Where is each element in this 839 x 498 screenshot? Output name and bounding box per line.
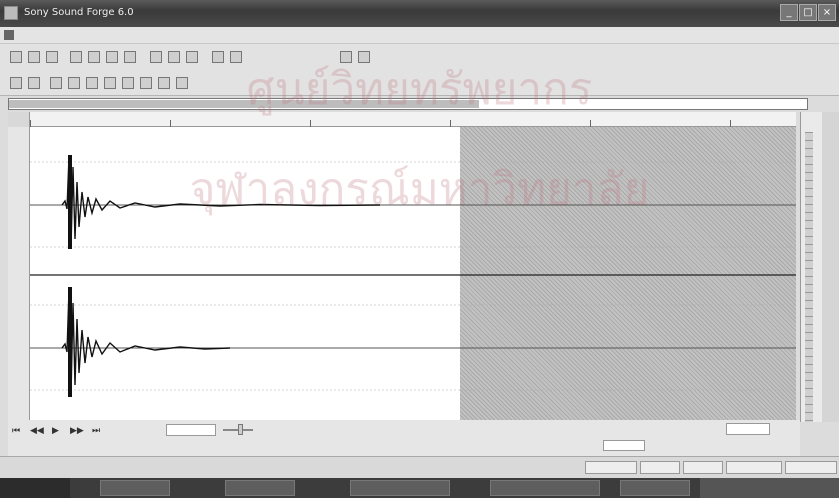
ruler-tick — [170, 120, 171, 127]
title-bar[interactable]: Sony Sound Forge 6.0 _ □ × — [0, 0, 839, 27]
rewind-icon[interactable] — [140, 77, 152, 89]
minimize-button[interactable]: _ — [780, 4, 798, 21]
taskbar-item[interactable] — [225, 480, 295, 496]
zoom-field[interactable] — [166, 424, 216, 436]
channel-1-waveform — [61, 156, 381, 248]
ruler-tick — [730, 120, 731, 127]
go-to-end-icon[interactable] — [176, 77, 188, 89]
level-meter-scale — [805, 132, 813, 422]
go-to-start-button[interactable]: ⏮ — [12, 426, 24, 436]
zoom-slider-thumb[interactable] — [238, 424, 243, 435]
mute-icon[interactable] — [230, 51, 242, 63]
go-to-start-icon[interactable] — [122, 77, 134, 89]
document-icon[interactable] — [4, 30, 14, 40]
ruler-corner — [8, 112, 30, 127]
taskbar-item[interactable] — [100, 480, 170, 496]
copy-icon[interactable] — [88, 51, 100, 63]
level-meter-scrollbar[interactable] — [822, 112, 839, 422]
rewind-button[interactable]: ◀◀ — [30, 426, 44, 436]
close-button[interactable]: × — [818, 4, 836, 21]
play-icon[interactable] — [68, 77, 80, 89]
data-window-footer: ⏮ ◀◀ ▶ ▶▶ ⏭ — [8, 420, 800, 456]
status-field — [726, 461, 782, 474]
status-field — [785, 461, 837, 474]
waveform-display[interactable] — [30, 127, 796, 420]
play-button[interactable]: ▶ — [52, 426, 64, 436]
level-meter — [800, 112, 822, 422]
time-ruler[interactable] — [30, 112, 796, 127]
mix-icon[interactable] — [124, 51, 136, 63]
transport-toolbar — [0, 70, 839, 96]
redo-icon[interactable] — [168, 51, 180, 63]
amplitude-ruler — [8, 127, 30, 420]
taskbar-item[interactable] — [620, 480, 690, 496]
system-tray[interactable] — [700, 478, 839, 498]
zoom-ratio-combo[interactable] — [726, 423, 770, 435]
go-to-end-button[interactable]: ⏭ — [92, 426, 104, 436]
maximize-button[interactable]: □ — [799, 4, 817, 21]
new-file-icon[interactable] — [10, 51, 22, 63]
ruler-tick — [450, 120, 451, 127]
channel-2-waveform — [61, 289, 231, 396]
record-icon[interactable] — [10, 77, 22, 89]
zoom-in-icon[interactable] — [340, 51, 352, 63]
start-button[interactable] — [0, 478, 70, 498]
undo-icon[interactable] — [150, 51, 162, 63]
save-icon[interactable] — [46, 51, 58, 63]
play-all-icon[interactable] — [50, 77, 62, 89]
open-file-icon[interactable] — [28, 51, 40, 63]
stop-icon[interactable] — [104, 77, 116, 89]
menu-items — [22, 30, 142, 40]
taskbar — [0, 478, 839, 498]
paste-icon[interactable] — [106, 51, 118, 63]
cut-icon[interactable] — [70, 51, 82, 63]
status-field — [683, 461, 723, 474]
zoom-out-icon[interactable] — [358, 51, 370, 63]
pause-icon[interactable] — [86, 77, 98, 89]
ruler-tick — [590, 120, 591, 127]
standard-toolbar — [0, 44, 839, 70]
channel-2-peak — [68, 287, 72, 397]
app-icon — [4, 6, 18, 20]
taskbar-item[interactable] — [350, 480, 450, 496]
overview-selection[interactable] — [9, 100, 479, 108]
status-field — [640, 461, 680, 474]
menu-bar — [0, 27, 839, 44]
ruler-tick — [30, 120, 31, 127]
waveform-svg — [30, 155, 796, 397]
repeat-icon[interactable] — [186, 51, 198, 63]
loop-icon[interactable] — [28, 77, 40, 89]
forward-icon[interactable] — [158, 77, 170, 89]
trim-icon[interactable] — [212, 51, 224, 63]
overview-bar[interactable] — [8, 98, 808, 110]
forward-button[interactable]: ▶▶ — [70, 426, 84, 436]
status-field — [585, 461, 637, 474]
taskbar-item[interactable] — [490, 480, 600, 496]
window-title: Sony Sound Forge 6.0 — [24, 7, 134, 18]
status-bar — [0, 456, 839, 478]
channel-1-peak — [68, 155, 72, 249]
ruler-tick — [310, 120, 311, 127]
selection-field[interactable] — [603, 440, 645, 451]
